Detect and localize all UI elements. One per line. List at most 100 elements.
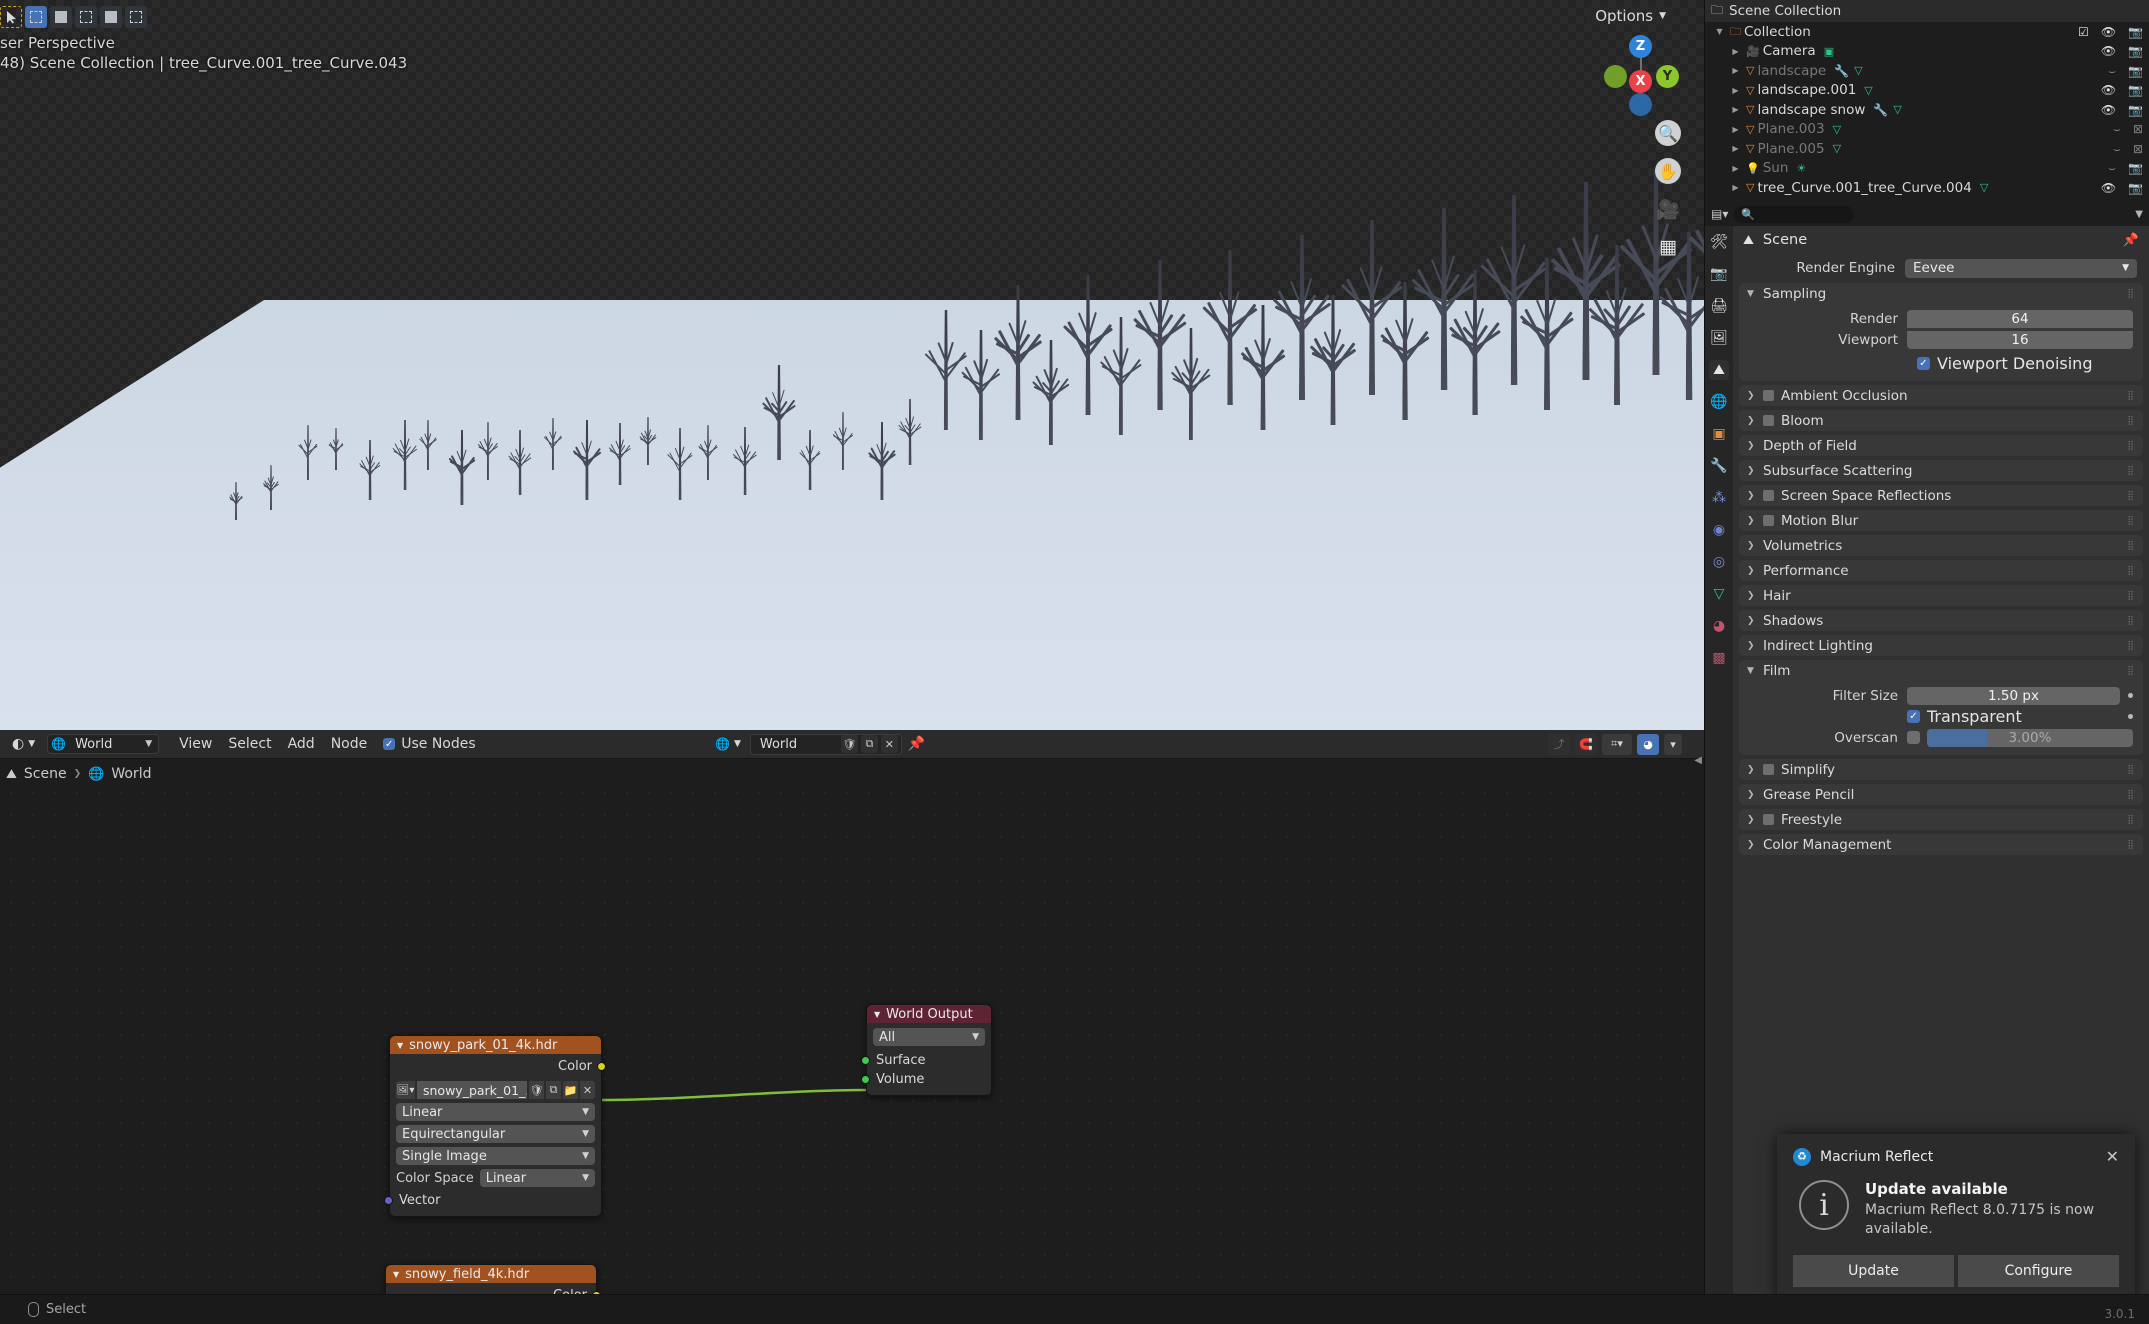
outliner-row-label[interactable]: Plane.003: [1757, 121, 1824, 137]
object-icon[interactable]: ▣: [1709, 424, 1729, 444]
material-icon[interactable]: ◕: [1709, 616, 1729, 636]
collapsed-panel[interactable]: ❯ Volumetrics ⣿: [1739, 535, 2143, 556]
visibility-eye-icon[interactable]: 👁: [2101, 45, 2116, 57]
node-header[interactable]: ▼ snowy_field_4k.hdr: [386, 1265, 596, 1283]
node-canvas[interactable]: ▼ snowy_park_01_4k.hdr Color 🖼▾ snowy_pa…: [0, 782, 1704, 1294]
outliner-row[interactable]: ▶ 💡 Sun ☀ ⌣ 📷: [1705, 159, 2149, 179]
chevron-down-icon[interactable]: ▼: [874, 1010, 880, 1019]
properties-tab-column[interactable]: 🛠 📷 🖨 🖼 ⛰ 🌐 ▣ 🔧 ⁂ ◉ ◎ ▽ ◕ ▩: [1705, 226, 1733, 1294]
panel-enable-checkbox[interactable]: [1763, 415, 1774, 426]
close-icon[interactable]: ✕: [880, 735, 898, 753]
collection-enable-checkbox[interactable]: ☑: [2078, 26, 2089, 38]
animate-dot-icon[interactable]: [2128, 693, 2133, 698]
collapsed-panel[interactable]: ❯ Indirect Lighting ⣿: [1739, 635, 2143, 656]
overscan-checkbox[interactable]: [1907, 731, 1920, 744]
particles-icon[interactable]: ⁂: [1709, 488, 1729, 508]
menu-view[interactable]: View: [171, 734, 220, 754]
drag-dots-icon[interactable]: ⣿: [2127, 416, 2135, 426]
expand-arrow-icon[interactable]: ▶: [1729, 183, 1742, 192]
drag-dots-icon[interactable]: ⣿: [2127, 815, 2135, 825]
chevron-right-icon[interactable]: ❯: [1747, 541, 1756, 551]
view-layer-icon[interactable]: 🖼: [1709, 328, 1729, 348]
menu-select[interactable]: Select: [220, 734, 279, 754]
physics-icon[interactable]: ◉: [1709, 520, 1729, 540]
world-datablock-field[interactable]: World 🛡 ⧉ ✕: [749, 733, 902, 755]
gizmo-axis-z[interactable]: Z: [1629, 35, 1652, 58]
target-dropdown[interactable]: All ▼: [873, 1028, 985, 1046]
notification-toast[interactable]: ♻ Macrium Reflect ✕ i Update available M…: [1777, 1134, 2135, 1302]
close-icon[interactable]: ✕: [2106, 1147, 2119, 1166]
collapsed-panel[interactable]: ❯ Hair ⣿: [1739, 585, 2143, 606]
shader-editor-header[interactable]: ◐ ▼ 🌐 World ▼ View Select Add Node ✓ Use…: [0, 730, 1704, 759]
panel-header[interactable]: ❯ Freestyle ⣿: [1739, 809, 2143, 830]
drag-dots-icon[interactable]: ⣿: [2127, 641, 2135, 651]
collapsed-panel[interactable]: ❯ Motion Blur ⣿: [1739, 510, 2143, 531]
editor-type-selector[interactable]: ◐ ▼: [4, 734, 43, 754]
collapsed-panel[interactable]: ❯ Bloom ⣿: [1739, 410, 2143, 431]
image-datablock-selector[interactable]: 🖼▾ snowy_park_01_... 🛡 ⧉ 📁 ✕: [396, 1081, 595, 1099]
node-header[interactable]: ▼ World Output: [867, 1005, 991, 1023]
shading-sphere-icon[interactable]: ◕: [1637, 733, 1659, 755]
expand-arrow-icon[interactable]: ▶: [1729, 144, 1742, 153]
ortho-grid-icon[interactable]: ▦: [1655, 234, 1681, 260]
snap-mode-icon[interactable]: ⌗▾: [1602, 733, 1632, 755]
drag-dots-icon[interactable]: ⣿: [2127, 491, 2135, 501]
select-intersect-icon[interactable]: [125, 6, 147, 28]
tool-icon[interactable]: 🛠: [1709, 232, 1729, 252]
shader-type-selector[interactable]: 🌐 World ▼: [47, 734, 160, 754]
drag-dots-icon[interactable]: ⣿: [2127, 466, 2135, 476]
outliner-row-label[interactable]: Plane.005: [1757, 141, 1824, 157]
drag-dots-icon[interactable]: ⣿: [2127, 541, 2135, 551]
collapsed-panel[interactable]: ❯ Shadows ⣿: [1739, 610, 2143, 631]
outliner-row[interactable]: ▶ ▽ landscape.001 ▽ 👁 📷: [1705, 81, 2149, 101]
collapsed-panel[interactable]: ❯ Color Management ⣿: [1739, 834, 2143, 855]
visibility-eye-icon[interactable]: ⌣: [2108, 65, 2116, 77]
expand-arrow-icon[interactable]: ▼: [1713, 27, 1726, 36]
panel-enable-checkbox[interactable]: [1763, 764, 1774, 775]
outliner-row[interactable]: ▶ ▽ Plane.005 ▽ ⌣ ⊠: [1705, 139, 2149, 159]
node-input-surface[interactable]: Surface: [861, 1053, 985, 1068]
panel-header[interactable]: ❯ Simplify ⣿: [1739, 759, 2143, 780]
node-output-color[interactable]: Color: [396, 1059, 606, 1074]
panel-header[interactable]: ❯ Volumetrics ⣿: [1739, 535, 2143, 556]
world-datablock-type-icon[interactable]: 🌐 ▼: [712, 737, 744, 751]
checkbox-icon[interactable]: ✓: [1917, 356, 1930, 370]
volume-socket-icon[interactable]: [861, 1075, 870, 1084]
pin-icon[interactable]: 📌: [908, 736, 925, 752]
node-world-output[interactable]: ▼ World Output All ▼ Surface Volume: [861, 1004, 992, 1096]
render-icon[interactable]: 📷: [1709, 264, 1729, 284]
chevron-down-icon[interactable]: ▼: [393, 1270, 399, 1279]
camera-view-icon[interactable]: 🎥: [1655, 196, 1681, 222]
outliner-row-label[interactable]: landscape.001: [1757, 82, 1856, 98]
drag-dots-icon[interactable]: ⣿: [2127, 391, 2135, 401]
sampling-render-value[interactable]: 64: [1907, 309, 2133, 328]
outliner-editor[interactable]: 🗀 Scene Collection ▼ 🗀 Collection ☑ 👁 📷 ▶ 🎥 Came…: [1704, 0, 2149, 202]
pin-icon[interactable]: 📌: [2123, 233, 2139, 248]
outliner-tree[interactable]: ▼ 🗀 Collection ☑ 👁 📷 ▶ 🎥 Camera ▣ 👁 📷 ▶ ▽ landscape 🔧 ▽ ⌣…: [1705, 22, 2149, 198]
zoom-icon[interactable]: 🔍: [1655, 120, 1681, 146]
outliner-row-label[interactable]: Sun: [1763, 160, 1789, 176]
outliner-row[interactable]: ▶ 🎥 Camera ▣ 👁 📷: [1705, 42, 2149, 62]
gizmo-axis-x[interactable]: X: [1629, 70, 1652, 93]
pan-hand-icon[interactable]: ✋: [1655, 158, 1681, 184]
close-icon[interactable]: ✕: [580, 1081, 595, 1099]
chevron-right-icon[interactable]: ❯: [1747, 641, 1756, 651]
panel-enable-checkbox[interactable]: [1763, 814, 1774, 825]
render-camera-icon[interactable]: 📷: [2128, 45, 2143, 57]
viewport-options-button[interactable]: Options ▼: [1587, 5, 1674, 27]
outliner-row-label[interactable]: tree_Curve.001_tree_Curve.004: [1757, 180, 1971, 196]
select-extend-icon[interactable]: [50, 6, 72, 28]
panel-header[interactable]: ❯ Color Management ⣿: [1739, 834, 2143, 855]
trailing-panel-list[interactable]: ❯ Simplify ⣿ ❯ Grease Pencil ⣿ ❯ Freestyle ⣿ ❯ Col…: [1733, 759, 2149, 855]
chevron-right-icon[interactable]: ❯: [1747, 466, 1756, 476]
drag-dots-icon[interactable]: ⣿: [2127, 790, 2135, 800]
texture-icon[interactable]: ▩: [1709, 648, 1729, 668]
chevron-right-icon[interactable]: ❯: [1747, 765, 1756, 775]
projection-dropdown[interactable]: Equirectangular ▼: [396, 1125, 595, 1143]
viewport-nav-icons[interactable]: 🔍 ✋ 🎥 ▦: [1655, 120, 1681, 260]
node-input-vector[interactable]: Vector: [384, 1193, 595, 1208]
color-space-dropdown[interactable]: Linear ▼: [479, 1169, 595, 1187]
render-camera-icon[interactable]: 📷: [2128, 182, 2143, 194]
notification-buttons[interactable]: Update Configure: [1793, 1255, 2119, 1287]
collapsed-panel[interactable]: ❯ Freestyle ⣿: [1739, 809, 2143, 830]
